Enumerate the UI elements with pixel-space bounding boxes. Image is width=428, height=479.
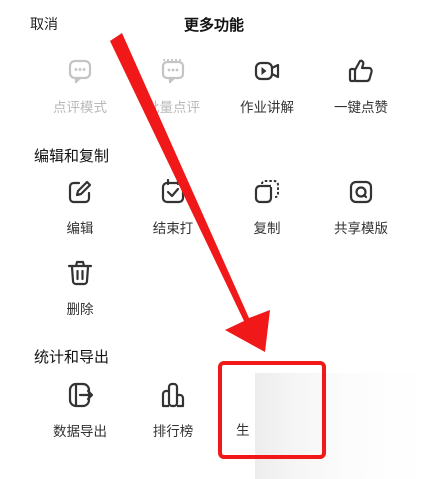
share-template-label: 共享模版 <box>334 221 388 237</box>
trash-icon <box>67 260 93 286</box>
homework-explain-button[interactable]: 作业讲解 <box>222 57 312 116</box>
copy-button[interactable]: 复制 <box>222 178 312 237</box>
share-template-button[interactable]: 共享模版 <box>316 178 406 237</box>
data-export-label: 数据导出 <box>53 424 107 440</box>
edit-label: 编辑 <box>66 221 94 237</box>
one-click-like-button[interactable]: 一键点赞 <box>316 57 406 116</box>
batch-comment-icon <box>161 59 185 84</box>
delete-label: 删除 <box>66 302 94 318</box>
end-checkin-button[interactable]: 结束打 <box>128 178 218 237</box>
section-title-edit: 编辑和复制 <box>34 147 110 165</box>
ranking-button[interactable]: 排行榜 <box>128 381 218 440</box>
one-click-like-label: 一键点赞 <box>334 100 388 116</box>
highlight-box <box>218 361 326 459</box>
data-export-button[interactable]: 数据导出 <box>35 381 125 440</box>
edit-pencil-icon <box>68 180 92 204</box>
homework-explain-label: 作业讲解 <box>240 100 294 116</box>
section-title-stats: 统计和导出 <box>34 348 110 366</box>
data-export-icon <box>68 382 94 408</box>
batch-comment-item: 批量点评 <box>128 57 218 116</box>
ranking-label: 排行榜 <box>152 424 194 440</box>
end-checkin-label: 结束打 <box>152 221 194 237</box>
comment-mode-label: 点评模式 <box>53 100 107 116</box>
page-title: 更多功能 <box>183 16 244 34</box>
thumbs-up-icon <box>348 59 373 83</box>
edit-button[interactable]: 编辑 <box>35 178 125 237</box>
delete-button[interactable]: 删除 <box>35 259 125 318</box>
share-template-icon <box>349 180 373 204</box>
video-camera-icon <box>254 61 280 81</box>
end-checkin-icon <box>161 178 185 204</box>
batch-comment-label: 批量点评 <box>146 100 200 116</box>
comment-mode-icon <box>68 59 92 84</box>
ranking-icon <box>161 382 185 408</box>
copy-label: 复制 <box>253 221 281 237</box>
copy-icon <box>254 180 279 204</box>
comment-mode-item: 点评模式 <box>35 57 125 116</box>
